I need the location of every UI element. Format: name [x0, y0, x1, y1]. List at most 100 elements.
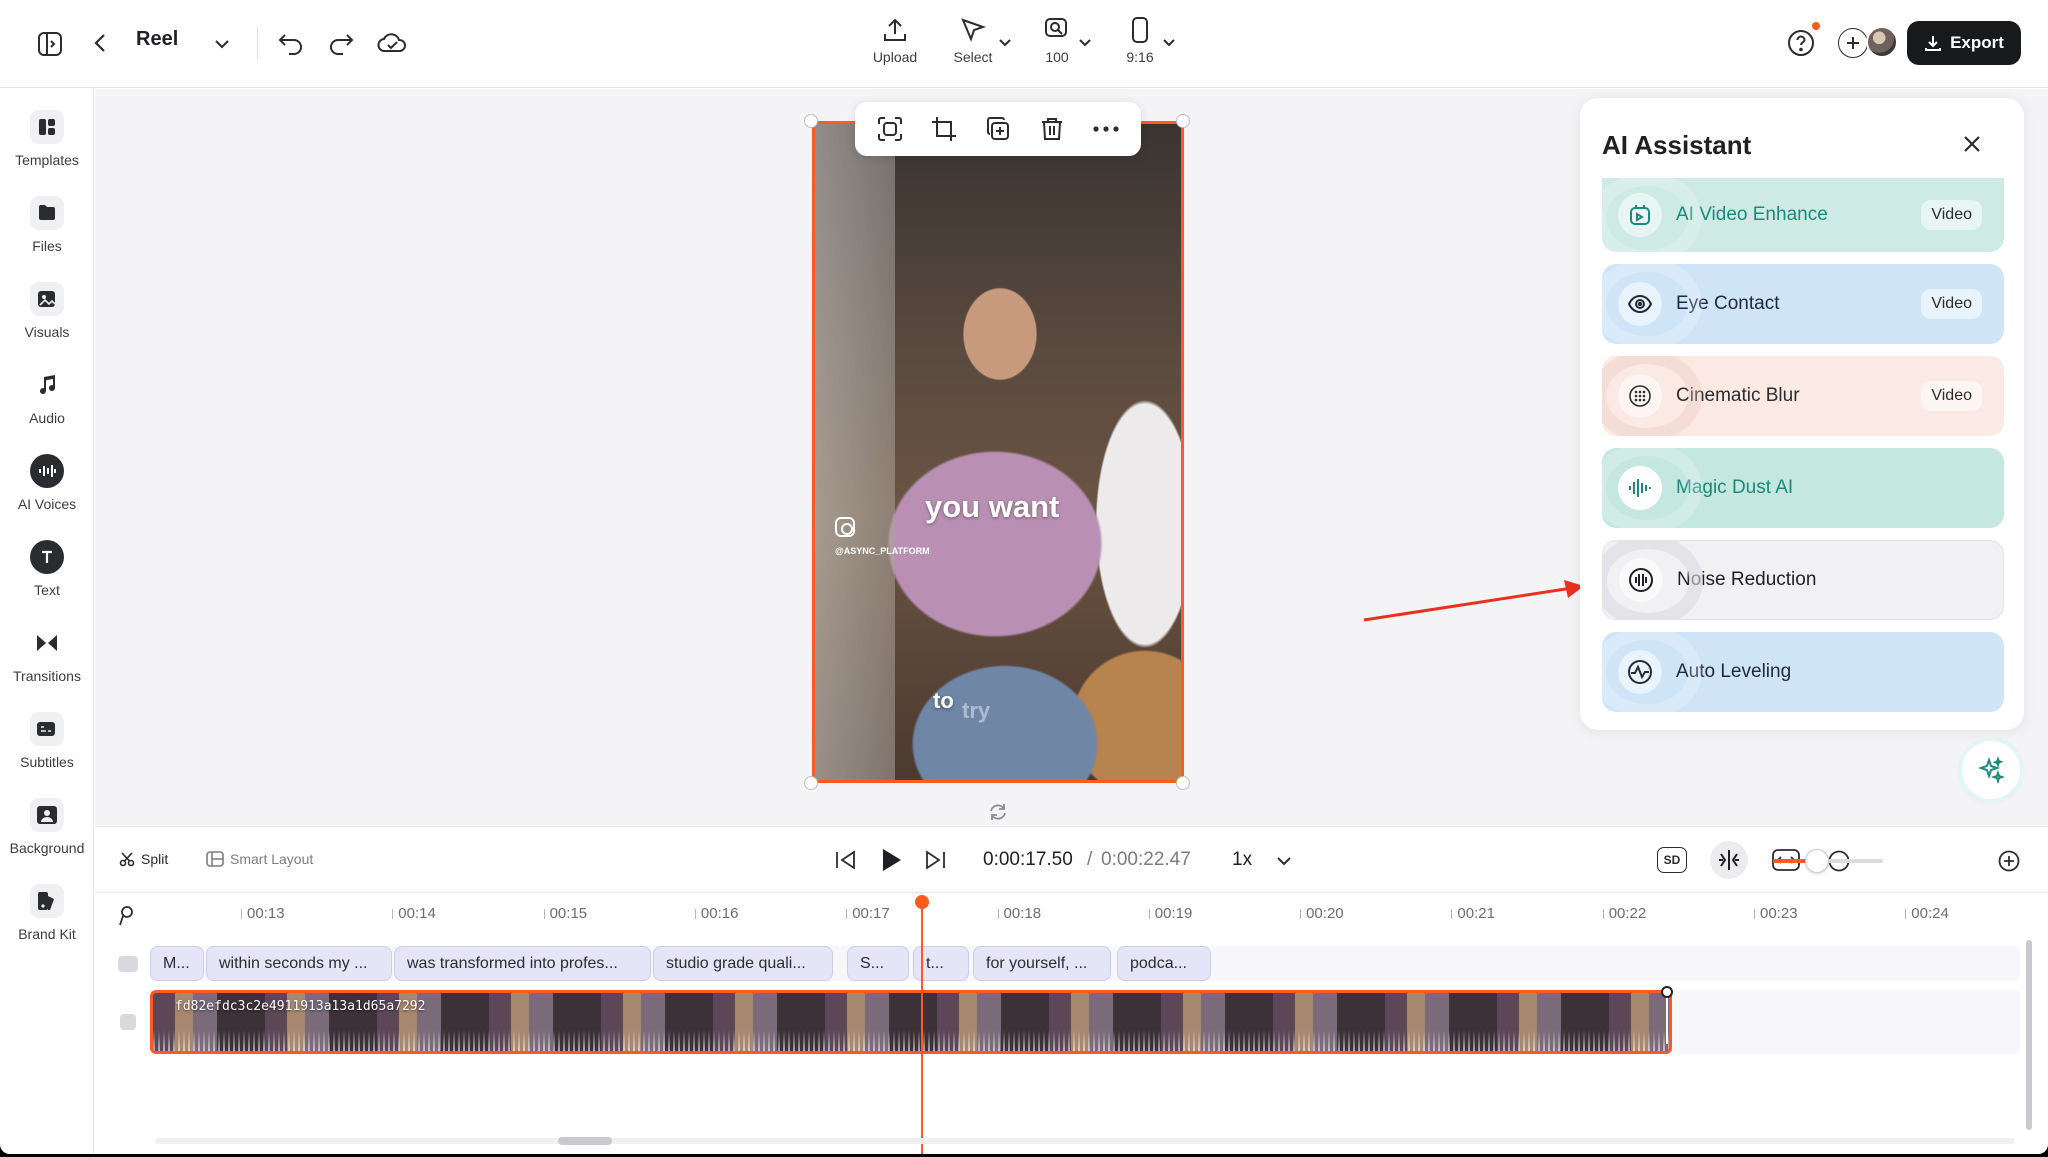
avatar[interactable]	[1866, 26, 1898, 58]
select-chevron-icon[interactable]	[998, 36, 1012, 50]
ai-card-video-enhance[interactable]: AI Video Enhance Video	[1602, 178, 2004, 252]
time-separator: /	[1087, 849, 1093, 870]
sidebar: Templates Files Visuals Audio AI Voices …	[0, 88, 94, 1154]
horizontal-scrollbar[interactable]	[155, 1138, 2015, 1144]
undo-icon[interactable]	[276, 28, 306, 58]
sidebar-item-audio[interactable]: Audio	[0, 368, 94, 426]
skip-back-icon[interactable]	[833, 847, 859, 873]
upload-button[interactable]: Upload	[860, 16, 930, 65]
trash-icon[interactable]	[1035, 112, 1069, 146]
video-scene	[815, 124, 895, 780]
rotate-icon[interactable]	[988, 802, 1008, 827]
zoom-label: 100	[1045, 49, 1069, 65]
caption-overlay-text[interactable]: try	[962, 698, 990, 724]
sd-quality-button[interactable]: SD	[1657, 847, 1687, 873]
zoom-in-icon[interactable]	[1997, 849, 2021, 873]
video-track-icon	[120, 1014, 136, 1030]
help-icon[interactable]	[1786, 28, 1816, 58]
sd-label: SD	[1663, 853, 1681, 867]
fit-frame-icon[interactable]	[873, 112, 907, 146]
speed-chevron-icon[interactable]	[1275, 853, 1293, 869]
top-bar: Reel Upload Select 100 9:16 Export	[0, 0, 2048, 88]
video-badge: Video	[1921, 381, 1982, 411]
snap-icon[interactable]	[1710, 841, 1748, 879]
card-decoration	[1602, 264, 1702, 344]
project-menu-chevron-icon[interactable]	[212, 34, 232, 54]
duplicate-icon[interactable]	[981, 112, 1015, 146]
sparkles-icon	[1977, 756, 2005, 784]
subtitle-chip[interactable]: S...	[847, 946, 909, 981]
ruler-tick: 00:24	[1905, 905, 1949, 922]
ai-card-magic-dust[interactable]: Magic Dust AI	[1602, 448, 2004, 528]
smart-layout-label: Smart Layout	[230, 851, 314, 867]
phone-icon	[1132, 17, 1148, 43]
more-options-icon[interactable]	[1089, 112, 1123, 146]
video-preview[interactable]	[812, 121, 1184, 783]
video-badge: Video	[1921, 200, 1982, 230]
sidebar-item-subtitles[interactable]: Subtitles	[0, 712, 94, 770]
playhead[interactable]	[921, 900, 923, 1154]
smart-layout-button[interactable]: Smart Layout	[206, 851, 313, 867]
sidebar-item-ai-voices[interactable]: AI Voices	[0, 454, 94, 512]
toggle-sidebar-icon[interactable]	[36, 30, 64, 58]
play-icon[interactable]	[876, 845, 906, 875]
sidebar-item-visuals[interactable]: Visuals	[0, 282, 94, 340]
subtitle-chip[interactable]: was transformed into profes...	[394, 946, 651, 981]
playback-speed[interactable]: 1x	[1232, 849, 1252, 871]
subtitle-chip[interactable]: for yourself, ...	[973, 946, 1111, 981]
export-button[interactable]: Export	[1907, 21, 2021, 65]
resize-handle-top-left[interactable]	[804, 114, 818, 128]
project-name[interactable]: Reel	[136, 28, 178, 51]
resize-handle-bottom-right[interactable]	[1176, 776, 1190, 790]
export-label: Export	[1950, 33, 2004, 52]
sidebar-item-text[interactable]: Text	[0, 540, 94, 598]
sidebar-item-brand-kit[interactable]: Brand Kit	[0, 884, 94, 942]
resize-handle-bottom-left[interactable]	[804, 776, 818, 790]
brand-kit-icon	[30, 884, 64, 918]
resize-handle-top-right[interactable]	[1176, 114, 1190, 128]
element-toolbar	[855, 102, 1141, 156]
zoom-slider-handle[interactable]	[1805, 849, 1829, 873]
close-icon[interactable]	[1962, 134, 1982, 159]
split-button[interactable]: Split	[119, 851, 168, 867]
clip-trim-handle[interactable]	[1661, 986, 1673, 998]
split-label: Split	[141, 851, 169, 867]
bowtie-icon	[30, 626, 64, 660]
playhead-handle[interactable]	[915, 895, 929, 909]
ai-card-noise-reduction[interactable]: Noise Reduction	[1602, 540, 2004, 620]
ratio-chevron-icon[interactable]	[1162, 36, 1176, 50]
horizontal-scrollbar-thumb[interactable]	[558, 1137, 612, 1145]
crop-icon[interactable]	[927, 112, 961, 146]
sidebar-item-transitions[interactable]: Transitions	[0, 626, 94, 684]
subtitle-chip[interactable]: podca...	[1117, 946, 1211, 981]
ai-assistant-fab[interactable]	[1962, 741, 2020, 799]
add-collaborator-icon[interactable]	[1838, 28, 1868, 58]
redo-icon[interactable]	[326, 28, 356, 58]
video-clip[interactable]: fd82efdc3c2e4911913a13a1d65a7292	[150, 990, 1672, 1054]
subtitle-chip[interactable]: studio grade quali...	[653, 946, 833, 981]
ai-card-eye-contact[interactable]: Eye Contact Video	[1602, 264, 2004, 344]
cloud-saved-icon[interactable]	[376, 28, 408, 58]
subtitle-chip[interactable]: M...	[150, 946, 204, 981]
sidebar-item-files[interactable]: Files	[0, 196, 94, 254]
clip-name: fd82efdc3c2e4911913a13a1d65a7292	[175, 999, 426, 1014]
caption-overlay-text[interactable]: to	[933, 688, 954, 714]
sidebar-item-label: Audio	[29, 410, 65, 426]
zoom-chevron-icon[interactable]	[1078, 36, 1092, 50]
skip-forward-icon[interactable]	[922, 847, 948, 873]
total-duration: 0:00:22.47	[1101, 849, 1191, 870]
app-window: Reel Upload Select 100 9:16 Export Templ…	[0, 0, 2048, 1154]
subtitle-track-icon	[118, 956, 138, 972]
magnet-pin-icon[interactable]	[117, 905, 137, 927]
scissors-icon	[119, 852, 135, 867]
sidebar-item-background[interactable]: Background	[0, 798, 94, 856]
back-icon[interactable]	[90, 30, 110, 56]
caption-overlay-text[interactable]: you want	[925, 489, 1059, 525]
sidebar-item-templates[interactable]: Templates	[0, 110, 94, 168]
cursor-icon	[961, 18, 987, 42]
vertical-scrollbar[interactable]	[2026, 940, 2032, 1130]
audio-waveform	[153, 1025, 1669, 1051]
subtitle-chip[interactable]: within seconds my ...	[206, 946, 392, 981]
ai-card-auto-leveling[interactable]: Auto Leveling	[1602, 632, 2004, 712]
ai-card-cinematic-blur[interactable]: Cinematic Blur Video	[1602, 356, 2004, 436]
